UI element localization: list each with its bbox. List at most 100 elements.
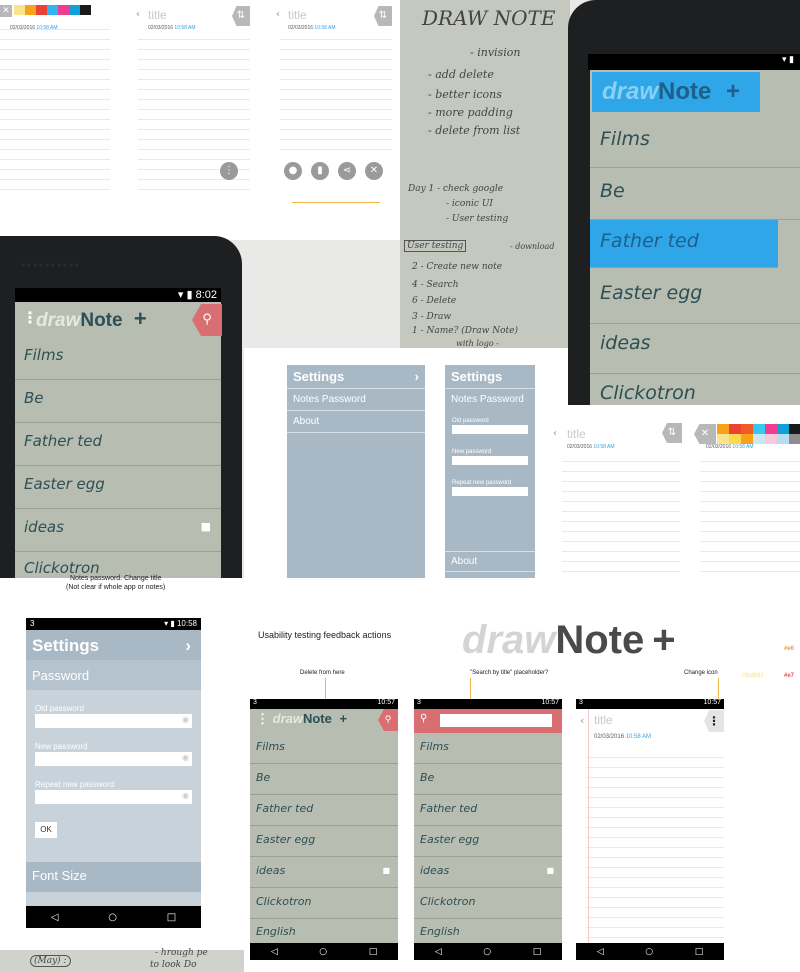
list-item[interactable]: ideas ■ xyxy=(414,858,562,888)
section-header[interactable]: Font Size xyxy=(26,862,201,892)
lock-icon[interactable]: ● xyxy=(284,162,302,180)
list-item[interactable]: Clickotron xyxy=(414,889,562,919)
note-body[interactable] xyxy=(586,748,724,943)
recents-nav-icon[interactable]: □ xyxy=(369,947,378,957)
old-password-field[interactable]: ◉ xyxy=(35,714,192,728)
close-icon[interactable]: ✕ xyxy=(365,162,383,180)
list-item[interactable]: Easter egg xyxy=(414,827,562,857)
color-swatch[interactable] xyxy=(729,424,741,434)
back-icon[interactable]: ‹ xyxy=(276,9,280,20)
close-icon[interactable]: ✕ xyxy=(0,5,12,17)
note-title[interactable]: title xyxy=(148,8,167,22)
color-swatch[interactable] xyxy=(789,434,800,444)
old-password-field[interactable] xyxy=(452,425,528,434)
field-label: New password xyxy=(35,742,88,751)
plus-icon[interactable]: + xyxy=(339,711,347,726)
back-nav-icon[interactable]: ◁ xyxy=(51,912,59,923)
trash-icon[interactable]: ▮ xyxy=(311,162,329,180)
back-icon[interactable]: ‹ xyxy=(580,714,584,727)
color-swatch[interactable] xyxy=(717,424,729,434)
home-nav-icon[interactable]: ○ xyxy=(108,912,117,923)
note-title[interactable]: title xyxy=(288,8,307,22)
vertical-dots-icon[interactable]: ⋮ xyxy=(256,711,269,726)
color-swatch[interactable] xyxy=(765,424,777,434)
list-item[interactable]: Father ted xyxy=(414,796,562,826)
search-input[interactable] xyxy=(440,714,552,727)
color-swatch[interactable] xyxy=(753,434,765,444)
color-swatch[interactable] xyxy=(729,434,741,444)
home-nav-icon[interactable]: ○ xyxy=(645,947,653,957)
list-item[interactable]: Films xyxy=(414,734,562,764)
color-swatch[interactable] xyxy=(80,5,91,15)
new-password-field[interactable]: ◉ xyxy=(35,752,192,766)
list-item[interactable]: ideas xyxy=(590,324,800,374)
color-swatch[interactable] xyxy=(741,434,753,444)
back-icon[interactable]: ‹ xyxy=(136,9,140,20)
note-title[interactable]: title xyxy=(594,713,613,727)
list-item[interactable]: Easter egg xyxy=(250,827,398,857)
color-swatch[interactable] xyxy=(777,434,789,444)
list-item[interactable]: Films xyxy=(15,338,221,380)
notebook-line: 2 - Create new note xyxy=(412,262,503,272)
list-item[interactable]: Be xyxy=(15,381,221,423)
notebook-line: Day 1 - check google xyxy=(408,184,504,194)
color-swatch[interactable] xyxy=(47,5,58,15)
plus-icon[interactable]: + xyxy=(134,306,147,331)
color-swatch[interactable] xyxy=(36,5,47,15)
back-icon[interactable]: ‹ xyxy=(553,428,557,439)
recents-nav-icon[interactable]: □ xyxy=(167,912,176,923)
note-title[interactable]: title xyxy=(567,427,586,441)
search-icon[interactable]: ⚲ xyxy=(420,713,427,724)
color-swatch[interactable] xyxy=(25,5,36,15)
list-item[interactable]: English xyxy=(250,920,398,943)
list-item[interactable]: Films xyxy=(250,734,398,764)
list-item[interactable]: Be xyxy=(250,765,398,795)
list-item[interactable]: ideas ■ xyxy=(250,858,398,888)
color-swatch[interactable] xyxy=(753,424,765,434)
list-item[interactable]: Be xyxy=(414,765,562,795)
repeat-password-field[interactable]: ◉ xyxy=(35,790,192,804)
vertical-dots-icon[interactable]: ⋮ xyxy=(220,162,238,180)
menu-item[interactable]: Notes Password xyxy=(445,388,535,410)
eye-icon[interactable]: ◉ xyxy=(182,715,189,724)
chevron-right-icon[interactable]: › xyxy=(185,636,191,656)
new-password-field[interactable] xyxy=(452,456,528,465)
eye-icon[interactable]: ◉ xyxy=(182,791,189,800)
list-item[interactable]: Films xyxy=(590,116,800,168)
home-nav-icon[interactable]: ○ xyxy=(319,947,327,957)
list-item[interactable]: Father ted xyxy=(250,796,398,826)
eye-icon[interactable]: ◉ xyxy=(182,753,189,762)
menu-item[interactable]: Notes Password xyxy=(287,388,425,410)
list-item[interactable]: Easter egg xyxy=(15,467,221,509)
back-nav-icon[interactable]: ◁ xyxy=(435,947,442,957)
list-item[interactable]: Father ted xyxy=(15,424,221,466)
drawnote-logo: drawNote + xyxy=(462,618,676,662)
color-swatch[interactable] xyxy=(765,434,777,444)
list-item[interactable]: English xyxy=(414,920,562,943)
share-icon[interactable]: ⋖ xyxy=(338,162,356,180)
home-nav-icon[interactable]: ○ xyxy=(483,947,491,957)
back-nav-icon[interactable]: ◁ xyxy=(597,947,604,957)
chevron-right-icon[interactable]: › xyxy=(415,369,419,384)
menu-item[interactable]: About xyxy=(445,551,535,572)
list-item[interactable]: Clickotron xyxy=(250,889,398,919)
list-item[interactable]: ideas ■ xyxy=(15,510,221,552)
color-swatch[interactable] xyxy=(789,424,800,434)
back-nav-icon[interactable]: ◁ xyxy=(271,947,278,957)
plus-icon[interactable]: + xyxy=(726,78,740,105)
recents-nav-icon[interactable]: □ xyxy=(533,947,542,957)
color-swatch[interactable] xyxy=(777,424,789,434)
color-swatch[interactable] xyxy=(58,5,69,15)
color-swatch[interactable] xyxy=(741,424,753,434)
list-item-highlighted[interactable]: Father ted xyxy=(590,220,778,268)
section-header[interactable]: Password xyxy=(26,660,201,690)
list-item[interactable]: Easter egg xyxy=(590,272,800,324)
repeat-password-field[interactable] xyxy=(452,487,528,496)
ok-button[interactable]: OK xyxy=(35,822,57,838)
color-swatch[interactable] xyxy=(717,434,729,444)
recents-nav-icon[interactable]: □ xyxy=(695,947,704,957)
menu-item[interactable]: About xyxy=(287,410,425,433)
color-swatch[interactable] xyxy=(14,5,25,15)
color-swatch[interactable] xyxy=(69,5,80,15)
list-item[interactable]: Be xyxy=(590,168,800,220)
